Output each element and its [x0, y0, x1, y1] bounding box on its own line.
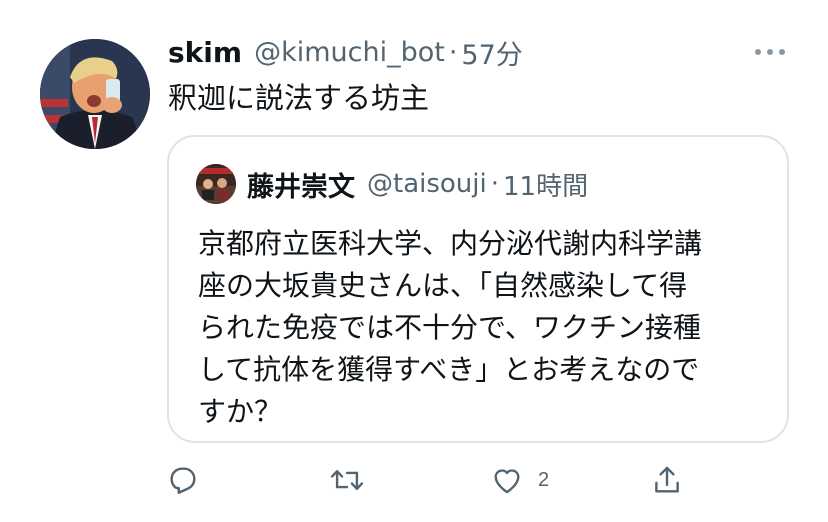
quoted-author-name[interactable]: 藤井崇文: [247, 165, 355, 204]
tweet-action-bar: 2: [0, 456, 828, 504]
like-count: 2: [538, 468, 550, 491]
quoted-text-line: 京都府立医科大学、内分泌代謝内科学講: [198, 227, 703, 260]
avatar[interactable]: [40, 39, 150, 149]
quoted-tweet-text: 京都府立医科大学、内分泌代謝内科学講 座の大坂貴史さんは、「自然感染して得 られ…: [198, 223, 778, 433]
quoted-text-line: 座の大坂貴史さんは、「自然感染して得: [198, 269, 688, 302]
quoted-tweet-header: 藤井崇文 @taisouji · 11時間: [247, 163, 588, 205]
quoted-text-line: すか？: [198, 395, 283, 428]
share-icon: [655, 466, 679, 493]
retweet-icon: [330, 470, 364, 490]
quoted-tweet-card[interactable]: 藤井崇文 @taisouji · 11時間 京都府立医科大学、内分泌代謝内科学講…: [167, 135, 789, 443]
quoted-author-handle[interactable]: @taisouji: [367, 169, 487, 199]
avatar-photo: [40, 39, 150, 149]
quoted-tweet-timestamp: 11時間: [503, 171, 589, 202]
separator-dot: ·: [448, 36, 458, 68]
quoted-text-line: られた免疫では不十分で、ワクチン接種: [198, 311, 701, 344]
quoted-text-line: して抗体を獲得すべき」とお考えなので: [198, 353, 700, 386]
retweet-button[interactable]: [328, 456, 366, 504]
quoted-avatar-photo: [196, 164, 236, 204]
separator-dot: ·: [490, 169, 499, 199]
quoted-user-avatar[interactable]: [196, 164, 236, 204]
like-heart-icon: [494, 469, 520, 494]
like-button[interactable]: 2: [490, 456, 549, 504]
tweet-header: skim @kimuchi_bot · 57分: [168, 32, 523, 72]
author-name[interactable]: skim: [168, 36, 242, 69]
tweet-text: 釈迦に説法する坊主: [168, 81, 430, 115]
share-button[interactable]: [650, 456, 684, 504]
tweet-timestamp[interactable]: 57分: [461, 33, 522, 72]
reply-icon: [170, 467, 196, 494]
author-handle[interactable]: @kimuchi_bot: [254, 37, 445, 68]
more-options-icon[interactable]: [752, 40, 788, 64]
reply-button[interactable]: [166, 456, 200, 504]
